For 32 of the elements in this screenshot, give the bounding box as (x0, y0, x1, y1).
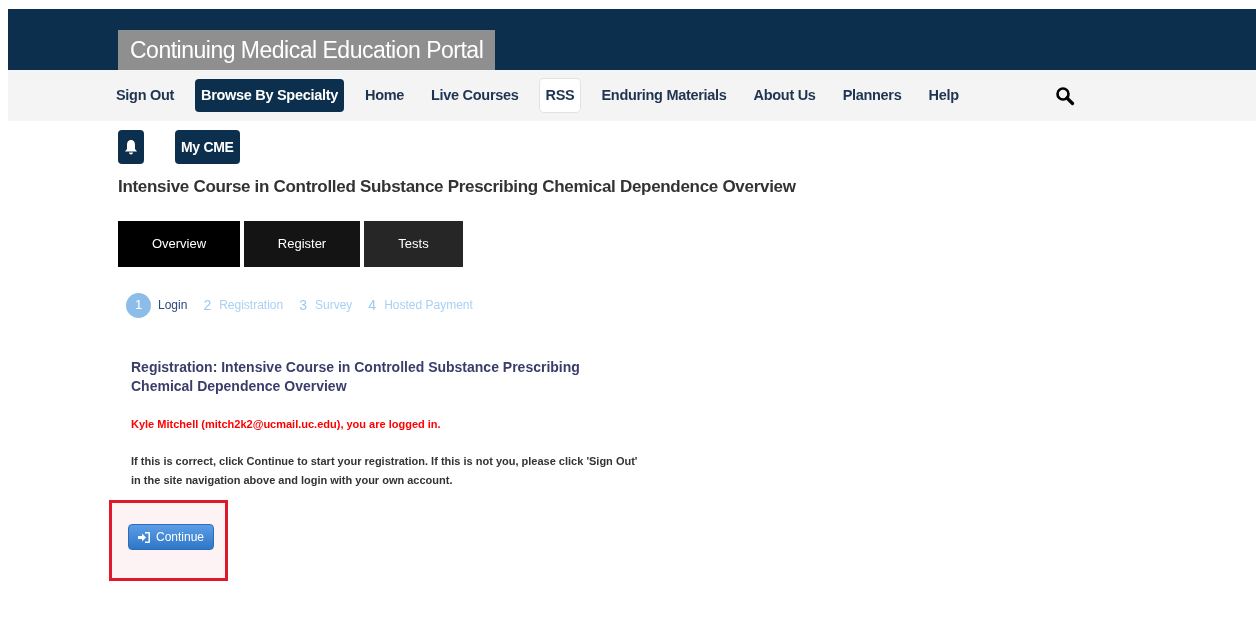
nav-link[interactable]: Enduring Materials (595, 78, 733, 113)
tab[interactable]: Overview (118, 220, 240, 267)
nav-link[interactable]: RSS (539, 78, 581, 113)
step-label: Login (158, 297, 188, 314)
step-number: 3 (299, 295, 307, 315)
step-number: 2 (203, 295, 212, 315)
login-notice: Kyle Mitchell (mitch2k2@ucmail.uc.edu), you are logged in. (131, 416, 442, 432)
nav-link[interactable]: Browse By Specialty (195, 78, 344, 113)
step-number: 1 (126, 292, 151, 318)
nav-link[interactable]: Live Courses (425, 78, 525, 113)
tab[interactable]: Tests (364, 220, 463, 267)
bell-icon (124, 139, 138, 155)
nav-link[interactable]: Planners (836, 78, 908, 113)
nav-link[interactable]: Help (922, 78, 965, 113)
portal-title: Continuing Medical Education Portal (118, 30, 496, 70)
step-label: Hosted Payment (384, 297, 473, 314)
course-title: Intensive Course in Controlled Substance Prescribing Chemical Dependence Overview (118, 176, 797, 198)
search-icon[interactable] (1054, 85, 1075, 106)
my-cme-button[interactable]: My CME (175, 130, 240, 164)
nav-link[interactable]: About Us (747, 78, 822, 113)
step-label: Registration (219, 297, 284, 314)
sign-in-icon (137, 531, 150, 543)
wizard-step[interactable]: 1 Login (126, 292, 188, 318)
instructions-text: If this is correct, click Continue to start your registration. If this is not you, please click 'Sign Out' in the site navigation above and login with your own account. (131, 454, 639, 488)
nav-link[interactable]: Home (358, 78, 411, 113)
registration-heading: Registration: Intensive Course in Controlled Substance Prescribing Chemical Dependence Overview (131, 357, 581, 396)
notifications-button[interactable] (118, 130, 144, 164)
tab[interactable]: Register (244, 220, 360, 267)
continue-button[interactable]: Continue (128, 524, 214, 550)
nav-link[interactable]: Sign Out (110, 78, 180, 113)
step-number: 4 (368, 295, 377, 315)
step-label: Survey (315, 297, 353, 314)
